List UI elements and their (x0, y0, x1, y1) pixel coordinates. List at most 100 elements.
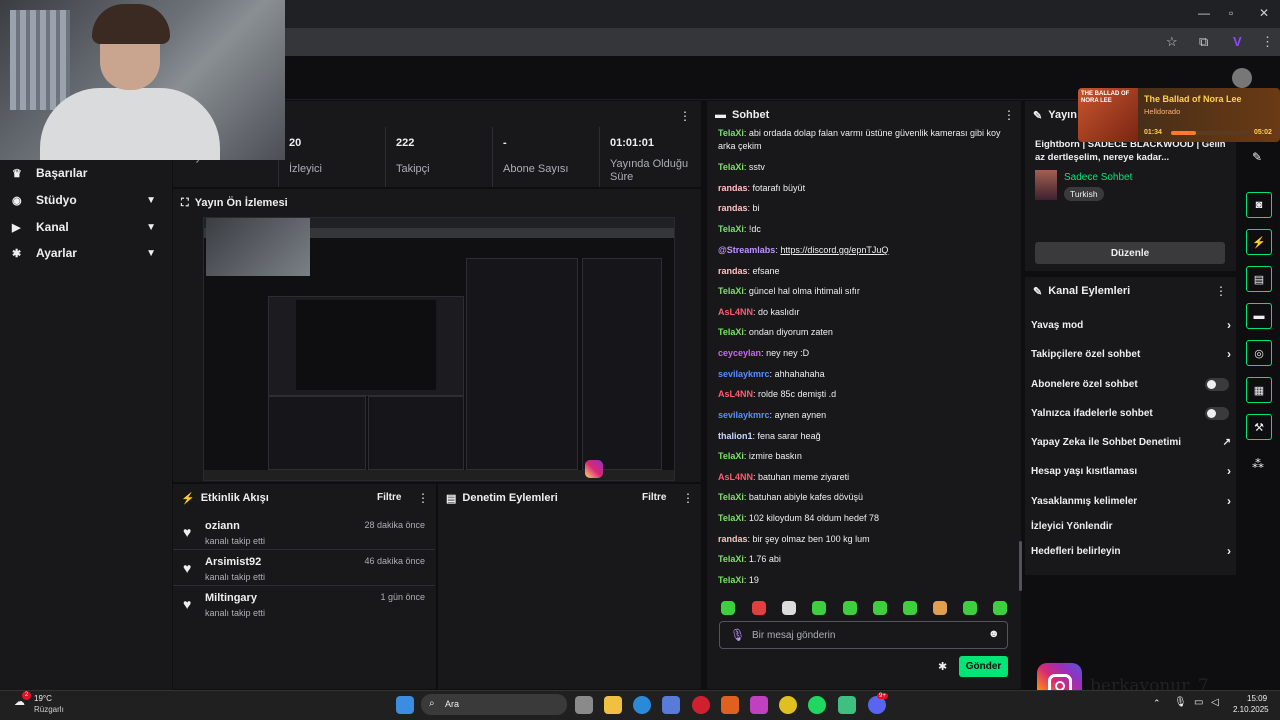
channel-action-item[interactable]: Takipçilere özel sohbet › (1031, 344, 1231, 364)
chevron-right-icon[interactable]: › (1227, 347, 1231, 361)
chat-username[interactable]: sevilaykmrc (718, 369, 770, 379)
more-icon[interactable]: ⋮ (1215, 284, 1227, 298)
extensions-icon[interactable]: ⧉ (1199, 34, 1208, 50)
more-icon[interactable]: ⋮ (1003, 108, 1015, 122)
channel-action-item[interactable]: Abonelere özel sohbet (1031, 374, 1231, 394)
tag-badge[interactable]: Turkish (1064, 187, 1104, 201)
clock-date[interactable]: 2.10.2025 (1233, 705, 1269, 714)
emote[interactable] (963, 601, 977, 615)
emote[interactable] (721, 601, 735, 615)
channel-action-item[interactable]: Yavaş mod › (1031, 315, 1231, 335)
channel-action-item[interactable]: İzleyici Yönlendir (1031, 516, 1231, 536)
list-item[interactable]: ♥ Miltingary kanalı takip etti 1 gün önce (173, 588, 435, 622)
chat-username[interactable]: @Streamlabs (718, 245, 775, 255)
channel-action-item[interactable]: Yasaklanmış kelimeler › (1031, 491, 1231, 511)
chat-username[interactable]: randas (718, 534, 748, 544)
chrome-icon[interactable] (779, 696, 797, 714)
emote[interactable] (993, 601, 1007, 615)
chat-username[interactable]: TelaXi (718, 327, 744, 337)
channel-action-item[interactable]: Hedefleri belirleyin › (1031, 541, 1231, 561)
avatar[interactable] (1232, 68, 1252, 88)
chat-username[interactable]: TelaXi (718, 162, 744, 172)
edge-icon[interactable] (633, 696, 651, 714)
bookmark-star-icon[interactable]: ☆ (1166, 34, 1178, 50)
app-icon[interactable] (721, 696, 739, 714)
channel-action-item[interactable]: Yapay Zeka ile Sohbet Denetimi ↗ (1031, 432, 1231, 452)
opera-icon[interactable] (692, 696, 710, 714)
gear-icon[interactable]: ✱ (938, 660, 947, 673)
chat-username[interactable]: randas (718, 183, 748, 193)
extensions-icon[interactable]: ⁂ (1252, 457, 1264, 471)
more-icon[interactable]: ⋮ (679, 109, 691, 123)
windows-start-icon[interactable] (396, 696, 414, 714)
clock-time[interactable]: 15:09 (1247, 694, 1267, 703)
chat-username[interactable]: TelaXi (718, 554, 744, 564)
emote[interactable] (843, 601, 857, 615)
channel-action-item[interactable]: Hesap yaşı kısıtlaması › (1031, 461, 1231, 481)
maximize-icon[interactable]: ▫ (1229, 6, 1233, 20)
chat-username[interactable]: TelaXi (718, 286, 744, 296)
chat-username[interactable]: AsL4NN (718, 472, 753, 482)
list-item[interactable]: ♥ oziann kanalı takip etti 28 dakika önce (173, 516, 435, 550)
sidebar-item-channel[interactable]: ▶ Kanal ▼ (0, 214, 172, 240)
external-link-icon[interactable]: ↗ (1223, 437, 1231, 448)
close-icon[interactable]: ✕ (1259, 6, 1269, 20)
channel-action-item[interactable]: Yalnızca ifadelerle sohbet (1031, 403, 1231, 423)
chat-username[interactable]: ceyceylan (718, 348, 761, 358)
chevron-right-icon[interactable]: › (1227, 464, 1231, 478)
rail-tools-button[interactable]: ⚒ (1246, 414, 1272, 440)
app-icon[interactable] (838, 696, 856, 714)
pencil-icon[interactable]: ✎ (1252, 150, 1262, 164)
rail-camera-button[interactable]: ◙ (1246, 192, 1272, 218)
chat-username[interactable]: AsL4NN (718, 389, 753, 399)
network-icon[interactable]: ▭ (1194, 697, 1203, 708)
chevron-right-icon[interactable]: › (1227, 544, 1231, 558)
sidebar-item-settings[interactable]: ✱ Ayarlar ▼ (0, 240, 172, 266)
chat-username[interactable]: TelaXi (718, 128, 744, 138)
rail-bolt-button[interactable]: ⚡ (1246, 229, 1272, 255)
chat-input[interactable]: 🎙 Bir mesaj gönderin ☻ (719, 621, 1008, 649)
chat-username[interactable]: AsL4NN (718, 307, 753, 317)
send-button[interactable]: Gönder (959, 656, 1008, 677)
more-icon[interactable]: ⋮ (417, 491, 429, 505)
moderation-filter-button[interactable]: Filtre (642, 492, 666, 503)
emote[interactable] (933, 601, 947, 615)
taskbar-search[interactable]: ⌕ Ara (421, 694, 567, 715)
emote[interactable] (873, 601, 887, 615)
category-name[interactable]: Sadece Sohbet (1064, 172, 1132, 183)
task-view-icon[interactable] (575, 696, 593, 714)
extension-v-icon[interactable]: V (1233, 34, 1242, 49)
toggle-switch[interactable] (1205, 406, 1229, 420)
browser-menu-icon[interactable]: ⋮ (1261, 34, 1274, 50)
sidebar-item-studio[interactable]: ◉ Stüdyo ▼ (0, 187, 172, 213)
emoji-icon[interactable]: ☻ (988, 628, 1000, 640)
list-item[interactable]: ♥ Arsimist92 kanalı takip etti 46 dakika ön… (173, 552, 435, 586)
activity-filter-button[interactable]: Filtre (377, 492, 401, 503)
emote[interactable] (752, 601, 766, 615)
preview-video[interactable] (203, 217, 675, 481)
chevron-right-icon[interactable]: › (1227, 318, 1231, 332)
emote[interactable] (903, 601, 917, 615)
chat-username[interactable]: randas (718, 266, 748, 276)
chat-username[interactable]: TelaXi (718, 575, 744, 585)
volume-icon[interactable]: ◁ (1211, 697, 1219, 708)
chat-text[interactable]: https://discord.gg/epnTJuQ (780, 245, 888, 255)
minimize-icon[interactable]: — (1198, 6, 1210, 20)
chat-username[interactable]: TelaXi (718, 492, 744, 502)
rail-notes-button[interactable]: ▤ (1246, 266, 1272, 292)
more-icon[interactable]: ⋮ (682, 491, 694, 505)
chevron-down-icon[interactable]: ▼ (146, 248, 156, 259)
microphone-icon[interactable]: 🎙 (730, 628, 745, 642)
chevron-up-icon[interactable]: ⌃ (1153, 698, 1161, 709)
chevron-down-icon[interactable]: ▼ (146, 195, 156, 206)
chevron-down-icon[interactable]: ▼ (146, 222, 156, 233)
chat-username[interactable]: TelaXi (718, 224, 744, 234)
rail-chat-button[interactable]: ▬ (1246, 303, 1272, 329)
chat-username[interactable]: TelaXi (718, 451, 744, 461)
chat-username[interactable]: sevilaykmrc (718, 410, 770, 420)
chevron-right-icon[interactable]: › (1227, 494, 1231, 508)
emote[interactable] (812, 601, 826, 615)
toggle-switch[interactable] (1205, 377, 1229, 391)
chat-scrollbar[interactable] (1019, 541, 1022, 591)
chat-username[interactable]: randas (718, 203, 748, 213)
